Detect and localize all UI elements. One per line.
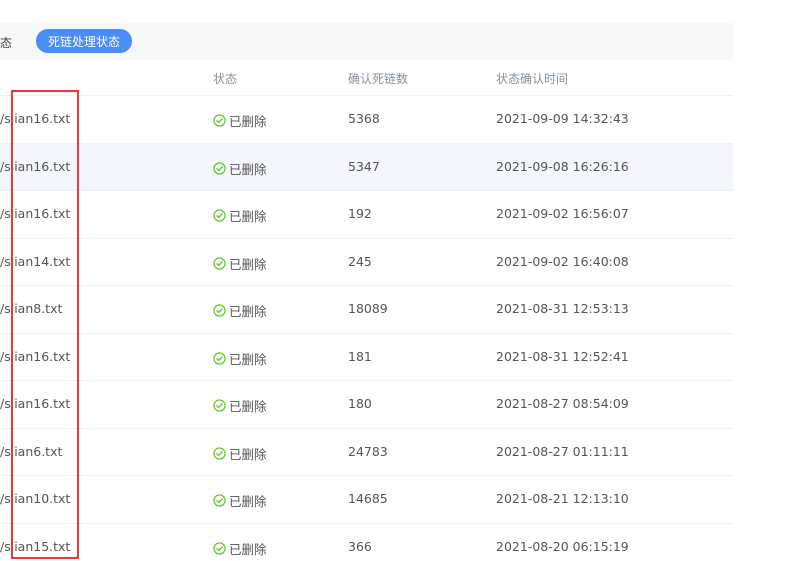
status-label: 已删除 [229, 541, 267, 557]
dead-link-count-cell: 192 [348, 206, 372, 221]
status-label: 已删除 [229, 446, 267, 462]
status-cell: 已删除 [213, 254, 267, 273]
status-cell: 已删除 [213, 491, 267, 510]
status-label: 已删除 [229, 304, 267, 319]
dead-link-count-cell: 245 [348, 253, 372, 269]
dead-link-count-cell: 5368 [348, 111, 380, 126]
check-circle-icon [213, 256, 226, 270]
dead-link-count-cell: 14685 [348, 491, 388, 506]
check-circle-icon [213, 209, 226, 222]
table-row[interactable]: /siian16.txt 已删除 181 2021-08-31 12:52:41 [0, 333, 733, 381]
dead-link-count-cell: 366 [348, 538, 372, 554]
tab-bar: 态 死链处理状态 [0, 23, 733, 60]
confirm-time-cell: 2021-08-31 12:52:41 [496, 348, 629, 364]
status-cell: 已删除 [213, 111, 267, 130]
file-name-cell[interactable]: /siian15.txt [0, 539, 70, 554]
status-label: 已删除 [229, 494, 267, 509]
check-circle-icon [213, 351, 226, 365]
dead-link-count-cell: 5347 [348, 158, 380, 174]
table-row[interactable]: /siian10.txt 已删除 14685 2021-08-21 12:13:10 [0, 476, 733, 524]
status-cell: 已删除 [213, 301, 267, 320]
file-name-cell[interactable]: /siian8.txt [0, 301, 62, 316]
file-name-cell[interactable]: /siian10.txt [0, 491, 70, 506]
tab-partial[interactable]: 态 [0, 34, 12, 51]
confirm-time-cell: 2021-08-27 08:54:09 [496, 396, 629, 411]
dead-link-count-cell: 180 [348, 396, 372, 411]
table-row[interactable]: /siian16.txt 已删除 5347 2021-09-08 16:26:16 [0, 143, 733, 191]
check-circle-icon [213, 114, 226, 127]
file-name-cell[interactable]: /siian16.txt [0, 111, 70, 126]
status-label: 已删除 [229, 161, 267, 177]
file-name-cell[interactable]: /siian6.txt [0, 444, 62, 459]
check-circle-icon [213, 446, 226, 460]
status-cell: 已删除 [213, 159, 267, 178]
check-circle-icon [213, 399, 226, 412]
confirm-time-cell: 2021-09-08 16:26:16 [496, 158, 629, 174]
column-header-time: 状态确认时间 [496, 72, 569, 86]
status-cell: 已删除 [213, 206, 267, 225]
file-name-cell[interactable]: /siian14.txt [0, 254, 70, 269]
status-cell: 已删除 [213, 539, 267, 558]
table-row[interactable]: /siian8.txt 已删除 18089 2021-08-31 12:53:13 [0, 286, 733, 334]
status-label: 已删除 [229, 399, 267, 414]
confirm-time-cell: 2021-09-09 14:32:43 [496, 111, 629, 126]
table-row[interactable]: /siian16.txt 已删除 192 2021-09-02 16:56:07 [0, 191, 733, 239]
confirm-time-cell: 2021-09-02 16:40:08 [496, 253, 629, 269]
status-label: 已删除 [229, 256, 267, 272]
dead-link-count-cell: 18089 [348, 301, 388, 316]
status-label: 已删除 [229, 209, 267, 224]
confirm-time-cell: 2021-08-20 06:15:19 [496, 538, 629, 554]
status-cell: 已删除 [213, 444, 267, 463]
table-row[interactable]: /siian16.txt 已删除 180 2021-08-27 08:54:09 [0, 381, 733, 429]
check-circle-icon [213, 541, 226, 555]
status-cell: 已删除 [213, 349, 267, 368]
dead-link-count-cell: 24783 [348, 443, 388, 459]
column-header-status: 状态 [213, 72, 238, 86]
tab-dead-link-status[interactable]: 死链处理状态 [36, 29, 132, 53]
file-name-cell[interactable]: /siian16.txt [0, 159, 70, 174]
confirm-time-cell: 2021-08-27 01:11:11 [496, 443, 629, 459]
status-label: 已删除 [229, 114, 267, 129]
dead-link-count-cell: 181 [348, 348, 372, 364]
check-circle-icon [213, 494, 226, 507]
check-circle-icon [213, 161, 226, 175]
column-header-count: 确认死链数 [348, 72, 409, 86]
table-body: /siian16.txt 已删除 5368 2021-09-09 14:32:43/s… [0, 96, 733, 561]
table-header: 状态 确认死链数 状态确认时间 [0, 60, 733, 96]
check-circle-icon [213, 304, 226, 317]
status-cell: 已删除 [213, 396, 267, 415]
table-row[interactable]: /siian14.txt 已删除 245 2021-09-02 16:40:08 [0, 238, 733, 286]
table-row[interactable]: /siian15.txt 已删除 366 2021-08-20 06:15:19 [0, 523, 733, 561]
confirm-time-cell: 2021-09-02 16:56:07 [496, 206, 629, 221]
file-name-cell[interactable]: /siian16.txt [0, 396, 70, 411]
table-row[interactable]: /siian16.txt 已删除 5368 2021-09-09 14:32:43 [0, 96, 733, 144]
status-label: 已删除 [229, 351, 267, 367]
file-name-cell[interactable]: /siian16.txt [0, 349, 70, 364]
file-name-cell[interactable]: /siian16.txt [0, 206, 70, 221]
table-row[interactable]: /siian6.txt 已删除 24783 2021-08-27 01:11:11 [0, 428, 733, 476]
confirm-time-cell: 2021-08-21 12:13:10 [496, 491, 629, 506]
confirm-time-cell: 2021-08-31 12:53:13 [496, 301, 629, 316]
